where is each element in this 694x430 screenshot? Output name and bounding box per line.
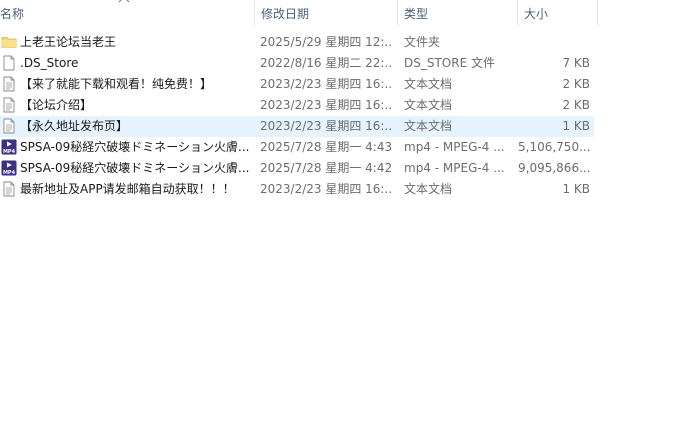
file-name: 最新地址及APP请发邮箱自动获取！！！: [20, 182, 235, 196]
text-file-icon: [1, 116, 17, 137]
column-divider[interactable]: [597, 0, 598, 26]
file-name: 【永久地址发布页】: [20, 119, 129, 133]
file-row[interactable]: 【来了就能下载和观看！纯免费！】 2023/2/23 星期四 16:... 文本文档…: [0, 74, 594, 95]
file-date-modified: 2023/2/23 星期四 16:...: [260, 77, 392, 91]
file-icon: [1, 53, 17, 74]
svg-text:MP4: MP4: [3, 149, 16, 155]
file-name: SPSA-09秘経穴破壊ドミネーション火膚...: [20, 161, 250, 175]
file-date-modified: 2025/5/29 星期四 12:...: [260, 35, 392, 49]
svg-text:MP4: MP4: [3, 170, 16, 176]
file-size: 1 KB: [562, 119, 590, 133]
file-date-modified: 2023/2/23 星期四 16:...: [260, 182, 392, 196]
file-name: 【论坛介绍】: [20, 98, 93, 112]
file-type: 文件夹: [404, 35, 441, 49]
file-row[interactable]: MP4 SPSA-09秘経穴破壊ドミネーション火膚... 2025/7/28 星期一…: [0, 137, 594, 158]
file-name: 上老王论坛当老王: [20, 35, 117, 49]
text-file-icon: [1, 95, 17, 116]
file-date-modified: 2022/8/16 星期二 22:...: [260, 56, 392, 70]
file-size: 9,095,866...: [518, 161, 590, 175]
file-size: 1 KB: [562, 182, 590, 196]
file-size: 5,106,750...: [518, 140, 590, 154]
file-type: 文本文档: [404, 182, 453, 196]
column-header-type[interactable]: 类型: [398, 0, 518, 26]
text-file-icon: [1, 179, 17, 200]
file-row[interactable]: .DS_Store 2022/8/16 星期二 22:... DS_STORE 文件…: [0, 53, 594, 74]
file-date-modified: 2025/7/28 星期一 4:42: [260, 161, 392, 175]
file-size: 7 KB: [562, 56, 590, 70]
file-type: 文本文档: [404, 77, 453, 91]
file-type: mp4 - MPEG-4 ...: [404, 140, 505, 154]
file-name: .DS_Store: [20, 56, 79, 70]
mp4-video-icon: MP4: [1, 158, 17, 179]
file-name: SPSA-09秘経穴破壊ドミネーション火膚...: [20, 140, 250, 154]
file-size: 2 KB: [562, 98, 590, 112]
file-explorer-list: 名称 修改日期 类型 大小 上老王论坛当老王 2025/5/29 星期四 12:.…: [0, 0, 694, 430]
column-header-date-modified[interactable]: 修改日期: [255, 0, 398, 26]
file-row[interactable]: 最新地址及APP请发邮箱自动获取！！！ 2023/2/23 星期四 16:... 文…: [0, 179, 594, 200]
file-type: DS_STORE 文件: [404, 56, 495, 70]
file-date-modified: 2023/2/23 星期四 16:...: [260, 98, 392, 112]
file-row[interactable]: 【论坛介绍】 2023/2/23 星期四 16:... 文本文档 2 KB: [0, 95, 594, 116]
column-header-name[interactable]: 名称: [0, 0, 254, 26]
file-date-modified: 2025/7/28 星期一 4:43: [260, 140, 392, 154]
mp4-video-icon: MP4: [1, 137, 17, 158]
file-type: 文本文档: [404, 119, 453, 133]
file-size: [518, 32, 590, 53]
column-header-size[interactable]: 大小: [518, 0, 598, 26]
file-type: mp4 - MPEG-4 ...: [404, 161, 505, 175]
file-type: 文本文档: [404, 98, 453, 112]
file-row[interactable]: MP4 SPSA-09秘経穴破壊ドミネーション火膚... 2025/7/28 星期一…: [0, 158, 594, 179]
column-header-bar: 名称 修改日期 类型 大小: [0, 0, 694, 28]
folder-icon: [1, 32, 17, 53]
file-date-modified: 2023/2/23 星期四 16:...: [260, 119, 392, 133]
file-size: 2 KB: [562, 77, 590, 91]
file-row[interactable]: 上老王论坛当老王 2025/5/29 星期四 12:... 文件夹: [0, 32, 594, 53]
file-row[interactable]: 【永久地址发布页】 2023/2/23 星期四 16:... 文本文档 1 KB: [0, 116, 594, 137]
file-name: 【来了就能下载和观看！纯免费！】: [20, 77, 213, 91]
text-file-icon: [1, 74, 17, 95]
